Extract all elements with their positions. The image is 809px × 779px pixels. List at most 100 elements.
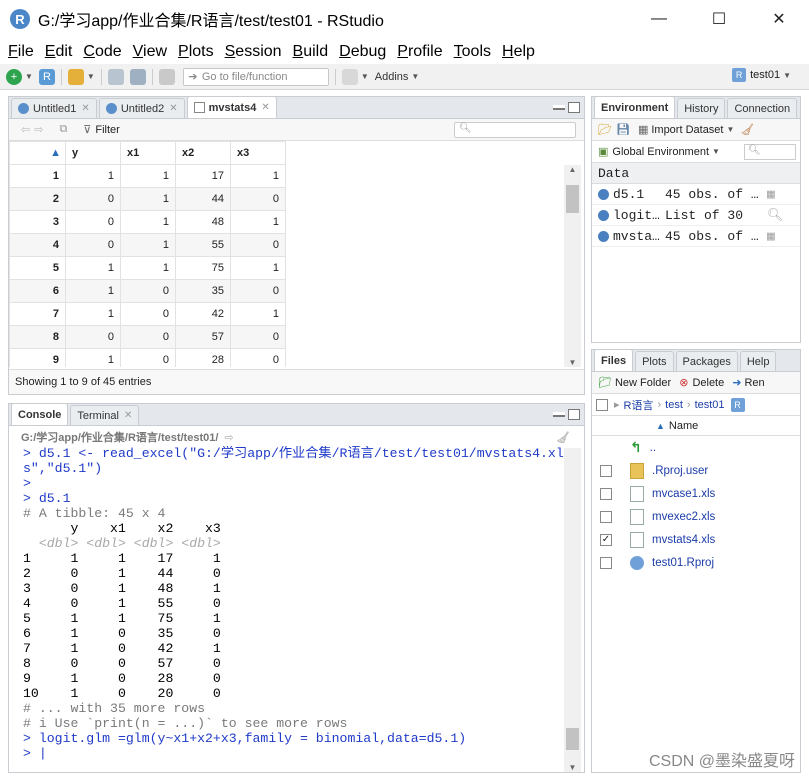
file-name[interactable]: mvcase1.xls: [652, 488, 715, 500]
search-input[interactable]: 🔍︎: [454, 122, 576, 138]
menu-profile[interactable]: Profile: [397, 43, 442, 61]
list-item[interactable]: .Rproj.user: [592, 459, 800, 482]
column-header[interactable]: x3: [230, 141, 286, 165]
menu-view[interactable]: View: [133, 43, 167, 61]
column-header[interactable]: y: [65, 141, 121, 165]
search-input[interactable]: 🔍︎: [744, 144, 796, 160]
list-item[interactable]: ↰ ..: [592, 436, 800, 459]
tab-console[interactable]: Console: [11, 403, 69, 425]
file-checkbox[interactable]: [600, 464, 612, 477]
env-row[interactable]: logit… List of 30 🔍︎: [592, 205, 800, 226]
chevron-down-icon[interactable]: ▼: [411, 72, 419, 81]
maximize-pane-icon[interactable]: [568, 102, 580, 113]
menu-code[interactable]: Code: [83, 43, 121, 61]
goto-file-input[interactable]: ➔ Go to file/function: [182, 67, 329, 86]
file-checkbox[interactable]: [600, 556, 612, 569]
tab-untitled1[interactable]: Untitled1 ✕: [11, 98, 97, 118]
scroll-down-icon[interactable]: ▼: [564, 763, 581, 772]
open-folder-icon[interactable]: 📂︎: [598, 123, 612, 136]
sort-icon[interactable]: ▲: [9, 141, 66, 165]
expand-icon[interactable]: [598, 188, 609, 200]
close-icon[interactable]: ✕: [124, 410, 132, 421]
project-icon[interactable]: R: [730, 397, 745, 412]
tab-help[interactable]: Help: [739, 351, 777, 371]
save-icon[interactable]: 💾︎: [616, 123, 630, 136]
close-icon[interactable]: ✕: [261, 102, 269, 113]
breadcrumb-item[interactable]: test01: [695, 399, 725, 411]
chevron-down-icon[interactable]: ▼: [87, 72, 95, 81]
table-scrollbar[interactable]: ▲ ▼: [564, 165, 581, 367]
project-menu[interactable]: R test01 ▼: [732, 68, 791, 82]
env-row[interactable]: d5.1 45 obs. of … ▦: [592, 184, 800, 205]
expand-icon[interactable]: [598, 209, 609, 221]
maximize-button[interactable]: ☐: [689, 0, 749, 38]
chevron-down-icon[interactable]: ▼: [726, 125, 734, 134]
tab-files[interactable]: Files: [594, 349, 634, 371]
print-icon[interactable]: [158, 68, 175, 85]
column-header[interactable]: x2: [175, 141, 231, 165]
column-header[interactable]: x1: [120, 141, 176, 165]
menu-file[interactable]: File: [8, 43, 34, 61]
save-icon[interactable]: [107, 68, 124, 85]
clear-console-icon[interactable]: 🧹︎: [556, 431, 570, 444]
scrollbar-thumb[interactable]: [566, 185, 579, 213]
rename-button[interactable]: Ren: [744, 377, 764, 389]
file-name[interactable]: .Rproj.user: [652, 465, 708, 477]
file-name[interactable]: mvstats4.xls: [652, 534, 715, 546]
menu-plots[interactable]: Plots: [178, 43, 214, 61]
minimize-pane-icon[interactable]: [553, 105, 565, 110]
scroll-down-icon[interactable]: ▼: [564, 358, 581, 367]
breadcrumb-item[interactable]: test: [665, 399, 683, 411]
file-checkbox-checked[interactable]: ✓: [600, 533, 612, 546]
close-icon[interactable]: ✕: [81, 103, 89, 114]
minimize-button[interactable]: —: [629, 0, 689, 38]
filter-button[interactable]: Filter: [95, 124, 119, 136]
tab-history[interactable]: History: [677, 98, 726, 118]
file-checkbox[interactable]: [600, 510, 612, 523]
tab-terminal[interactable]: Terminal ✕: [70, 405, 140, 425]
chevron-down-icon[interactable]: ▼: [25, 72, 33, 81]
view-table-icon[interactable]: ▦: [767, 187, 775, 202]
sort-icon[interactable]: ▲: [656, 421, 665, 431]
back-arrow-icon[interactable]: ⇦: [21, 123, 30, 136]
close-button[interactable]: ✕: [749, 0, 809, 38]
close-icon[interactable]: ✕: [169, 103, 177, 114]
list-item[interactable]: test01.Rproj: [592, 551, 800, 574]
tab-mvstats4[interactable]: mvstats4 ✕: [186, 96, 277, 118]
maximize-pane-icon[interactable]: [568, 409, 580, 420]
tab-connections[interactable]: Connection: [727, 98, 798, 118]
delete-button[interactable]: Delete: [692, 377, 724, 389]
menu-help[interactable]: Help: [502, 43, 535, 61]
addins-menu[interactable]: Addins: [375, 71, 409, 83]
console-scrollbar[interactable]: ▼: [564, 448, 581, 772]
list-item[interactable]: mvexec2.xls: [592, 505, 800, 528]
chevron-down-icon[interactable]: ▼: [712, 147, 720, 156]
popout-icon[interactable]: ⧉: [59, 123, 67, 136]
import-dataset-button[interactable]: Import Dataset: [651, 124, 723, 136]
scroll-up-icon[interactable]: ▲: [564, 165, 581, 174]
new-folder-button[interactable]: New Folder: [615, 377, 671, 389]
file-checkbox[interactable]: [600, 487, 612, 500]
file-name[interactable]: test01.Rproj: [652, 557, 714, 569]
new-file-icon[interactable]: +: [6, 68, 22, 85]
name-column-header[interactable]: Name: [669, 420, 698, 432]
scrollbar-thumb[interactable]: [566, 728, 579, 750]
console-output[interactable]: > d5.1 <- read_excel("G:/学习app/作业合集/R语言/…: [9, 446, 564, 771]
global-environment-dropdown[interactable]: Global Environment: [612, 146, 709, 158]
chevron-down-icon[interactable]: ▼: [361, 72, 369, 81]
broom-icon[interactable]: 🧹︎: [740, 123, 754, 136]
go-to-directory-icon[interactable]: ⇨: [224, 431, 233, 444]
env-row[interactable]: mvsta… 45 obs. of … ▦: [592, 226, 800, 247]
forward-arrow-icon[interactable]: ⇨: [34, 123, 43, 136]
menu-edit[interactable]: Edit: [45, 43, 73, 61]
save-all-icon[interactable]: [129, 68, 146, 85]
open-file-icon[interactable]: [67, 68, 84, 85]
tab-packages[interactable]: Packages: [675, 351, 738, 371]
grid-layout-icon[interactable]: [341, 68, 358, 85]
list-item[interactable]: ✓ mvstats4.xls: [592, 528, 800, 551]
menu-tools[interactable]: Tools: [454, 43, 491, 61]
tab-untitled2[interactable]: Untitled2 ✕: [98, 98, 185, 118]
view-table-icon[interactable]: ▦: [767, 229, 775, 244]
menu-debug[interactable]: Debug: [339, 43, 386, 61]
tab-environment[interactable]: Environment: [594, 96, 676, 118]
